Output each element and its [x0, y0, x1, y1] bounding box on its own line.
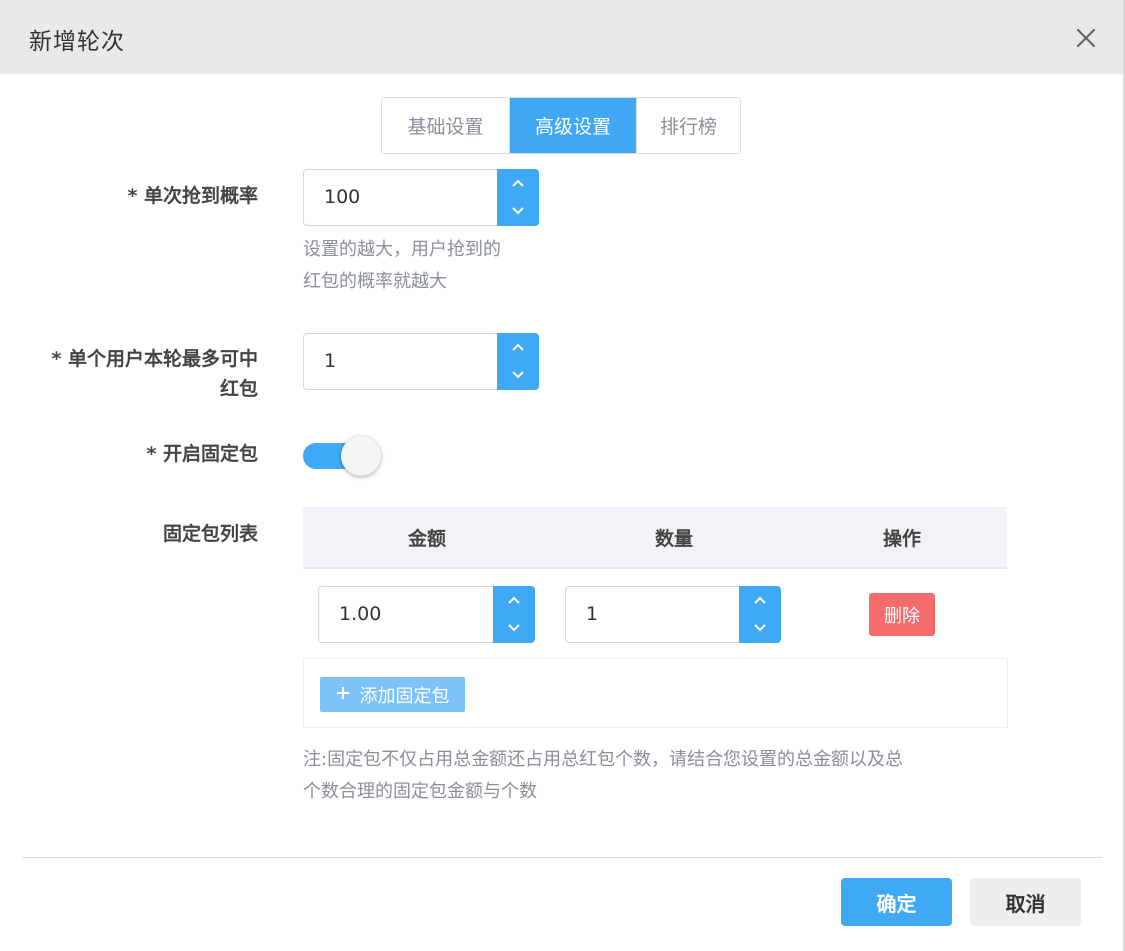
- footer-divider: [22, 857, 1102, 858]
- chevron-down-icon[interactable]: [497, 197, 539, 225]
- confirm-button[interactable]: 确定: [841, 878, 952, 926]
- add-fixed-button[interactable]: 添加固定包: [320, 677, 465, 712]
- column-header-count: 数量: [654, 527, 693, 550]
- dialog-title: 新增轮次: [29, 29, 125, 55]
- chevron-up-icon[interactable]: [493, 586, 535, 614]
- add-fixed-area: 添加固定包: [303, 658, 1008, 728]
- fixed-note-line1: 注:固定包不仅占用总金额还占用总红包个数，请结合您设置的总金额以及总: [303, 749, 904, 770]
- chevron-up-icon[interactable]: [497, 333, 539, 361]
- fixed-enabled-toggle[interactable]: [303, 436, 381, 476]
- count-value: 1: [586, 603, 599, 625]
- chevron-up-icon[interactable]: [739, 586, 781, 614]
- dialog-header: 新增轮次: [0, 0, 1125, 74]
- tab-advanced-settings[interactable]: 高级设置: [509, 98, 636, 153]
- column-header-action: 操作: [882, 527, 921, 550]
- fixed-note-line2: 个数合理的固定包金额与个数: [303, 781, 537, 802]
- probability-hint: 设置的越大，用户抢到的 红包的概率就越大: [303, 234, 501, 298]
- chevron-down-icon[interactable]: [739, 614, 781, 642]
- close-icon[interactable]: [1072, 24, 1100, 52]
- chevron-down-icon[interactable]: [497, 361, 539, 389]
- count-stepper[interactable]: 1: [565, 586, 781, 643]
- amount-spin: [493, 586, 535, 643]
- tab-leaderboard[interactable]: 排行榜: [636, 98, 740, 153]
- max-per-user-label: * 单个用户本轮最多可中 红包: [51, 344, 258, 404]
- add-fixed-label: 添加固定包: [359, 685, 450, 707]
- max-per-user-stepper[interactable]: 1: [303, 333, 539, 390]
- probability-hint-line1: 设置的越大，用户抢到的: [303, 239, 501, 260]
- chevron-up-icon[interactable]: [497, 169, 539, 197]
- fixed-list-label: 固定包列表: [162, 523, 258, 545]
- probability-stepper[interactable]: 100: [303, 169, 539, 226]
- max-per-user-label-line1: * 单个用户本轮最多可中: [51, 348, 258, 370]
- fixed-enabled-label: * 开启固定包: [146, 443, 258, 465]
- delete-button[interactable]: 删除: [869, 593, 935, 636]
- probability-label: * 单次抢到概率: [127, 185, 258, 207]
- count-spin: [739, 586, 781, 643]
- max-per-user-spin: [497, 333, 539, 390]
- amount-stepper[interactable]: 1.00: [318, 586, 535, 643]
- tab-basic-settings[interactable]: 基础设置: [382, 98, 509, 153]
- max-per-user-label-line2: 红包: [219, 378, 258, 400]
- tab-group: 基础设置 高级设置 排行榜: [381, 97, 741, 154]
- amount-value: 1.00: [339, 603, 382, 625]
- probability-hint-line2: 红包的概率就越大: [303, 271, 447, 292]
- chevron-down-icon[interactable]: [493, 614, 535, 642]
- toggle-knob: [341, 436, 381, 476]
- dialog: 新增轮次 基础设置 高级设置 排行榜 * 单次抢到概率 100 设置的越大，用户…: [0, 0, 1125, 951]
- column-header-amount: 金额: [407, 527, 446, 550]
- max-per-user-value: 1: [324, 350, 337, 372]
- fixed-note: 注:固定包不仅占用总金额还占用总红包个数，请结合您设置的总金额以及总 个数合理的…: [303, 744, 903, 808]
- cancel-button[interactable]: 取消: [970, 878, 1081, 926]
- probability-value: 100: [324, 186, 361, 208]
- plus-icon: [336, 684, 350, 705]
- table-header: 金额 数量 操作: [303, 507, 1007, 569]
- probability-spin: [497, 169, 539, 226]
- fixed-list-table: 金额 数量 操作: [303, 507, 1007, 569]
